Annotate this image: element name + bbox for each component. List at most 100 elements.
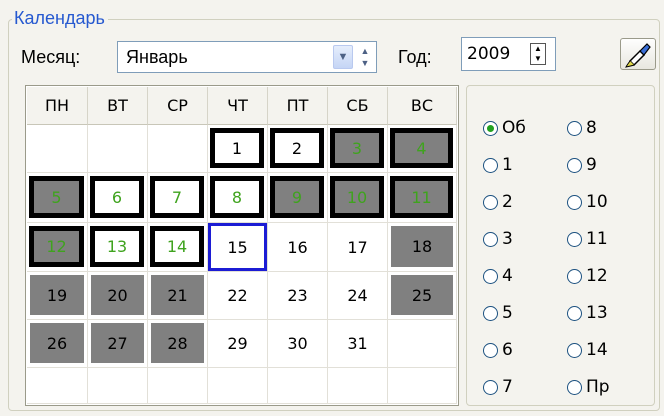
day-cell[interactable]: 20 — [88, 272, 148, 320]
day-cell[interactable] — [388, 320, 457, 368]
day-number — [88, 368, 147, 403]
day-cell[interactable]: 23 — [268, 272, 328, 320]
month-combobox[interactable]: Январь ▼ ▲ ▼ — [117, 41, 377, 73]
day-number: 4 — [390, 128, 453, 168]
weekday-header: СБ — [328, 87, 388, 125]
day-cell[interactable]: 27 — [88, 320, 148, 368]
radio-circle-icon — [483, 157, 498, 173]
year-spinner[interactable]: ▲ ▼ — [530, 43, 546, 65]
day-cell[interactable]: 31 — [328, 320, 388, 368]
radio-label: 11 — [586, 229, 608, 249]
day-cell[interactable]: 8 — [208, 173, 268, 223]
radio-option[interactable]: 3 — [483, 229, 513, 249]
radio-option[interactable]: 4 — [483, 266, 513, 286]
radio-label: 7 — [502, 377, 513, 397]
day-cell[interactable]: 26 — [27, 320, 88, 368]
day-cell[interactable]: 14 — [148, 223, 208, 272]
day-number: 24 — [347, 286, 368, 305]
radio-option[interactable]: 2 — [483, 192, 513, 212]
radio-option[interactable]: 8 — [567, 118, 597, 138]
arrow-up-icon[interactable]: ▲ — [356, 45, 374, 57]
radio-option[interactable]: 10 — [567, 192, 608, 212]
day-cell[interactable]: 19 — [27, 272, 88, 320]
radio-label: 3 — [502, 229, 513, 249]
chevron-down-icon[interactable]: ▼ — [333, 45, 353, 69]
groupbox-title: Календарь — [12, 8, 108, 28]
radio-option[interactable]: Об — [483, 118, 526, 138]
radio-option[interactable]: 5 — [483, 303, 513, 323]
day-number — [27, 125, 87, 172]
day-cell[interactable]: 6 — [88, 173, 148, 223]
day-cell[interactable]: 24 — [328, 272, 388, 320]
day-cell[interactable] — [88, 368, 148, 404]
radio-label: 12 — [586, 266, 608, 286]
radio-option[interactable]: 12 — [567, 266, 608, 286]
day-cell[interactable]: 12 — [27, 223, 88, 272]
day-cell[interactable]: 25 — [388, 272, 457, 320]
day-cell[interactable]: 22 — [208, 272, 268, 320]
radio-option[interactable]: 11 — [567, 229, 608, 249]
day-cell[interactable]: 18 — [388, 223, 457, 272]
day-cell[interactable] — [148, 368, 208, 404]
day-cell[interactable]: 7 — [148, 173, 208, 223]
day-cell[interactable]: 13 — [88, 223, 148, 272]
radio-circle-icon — [567, 379, 582, 395]
radio-option[interactable]: Пр — [567, 377, 610, 397]
day-number: 16 — [287, 237, 308, 257]
day-cell[interactable] — [148, 125, 208, 173]
day-number — [208, 368, 267, 403]
day-cell[interactable] — [27, 368, 88, 404]
day-cell[interactable]: 1 — [208, 125, 268, 173]
radio-option[interactable]: 14 — [567, 340, 608, 360]
weekday-header: СР — [148, 87, 208, 125]
day-cell[interactable] — [88, 125, 148, 173]
day-cell[interactable]: 2 — [268, 125, 328, 173]
day-number: 25 — [391, 275, 453, 315]
day-number: 3 — [330, 128, 384, 168]
arrow-down-icon[interactable]: ▼ — [531, 54, 545, 64]
radio-option[interactable]: 9 — [567, 155, 597, 175]
day-cell[interactable]: 5 — [27, 173, 88, 223]
radio-option[interactable]: 7 — [483, 377, 513, 397]
day-number: 1 — [210, 128, 264, 168]
year-input[interactable]: 2009 ▲ ▼ — [461, 37, 556, 71]
day-cell[interactable]: 28 — [148, 320, 208, 368]
day-number: 18 — [391, 226, 453, 267]
day-cell[interactable] — [208, 368, 268, 404]
day-number: 7 — [150, 176, 204, 218]
arrow-down-icon[interactable]: ▼ — [356, 57, 374, 69]
arrow-up-icon[interactable]: ▲ — [531, 44, 545, 54]
month-spinner[interactable]: ▲ ▼ — [356, 45, 374, 69]
weekday-header: ПТ — [268, 87, 328, 125]
radio-circle-icon — [567, 231, 582, 247]
day-cell[interactable]: 4 — [388, 125, 457, 173]
day-cell[interactable]: 21 — [148, 272, 208, 320]
day-number: 28 — [151, 323, 204, 363]
day-number — [268, 368, 327, 403]
day-cell[interactable]: 11 — [388, 173, 457, 223]
day-cell[interactable]: 15 — [208, 223, 268, 272]
radio-label: 9 — [586, 155, 597, 175]
year-value: 2009 — [467, 44, 511, 64]
clear-button[interactable] — [620, 38, 656, 70]
radio-label: 6 — [502, 340, 513, 360]
day-cell[interactable]: 29 — [208, 320, 268, 368]
radio-circle-icon — [483, 120, 498, 136]
day-cell[interactable]: 10 — [328, 173, 388, 223]
day-cell[interactable]: 30 — [268, 320, 328, 368]
day-cell[interactable]: 9 — [268, 173, 328, 223]
day-cell[interactable]: 17 — [328, 223, 388, 272]
radio-option[interactable]: 6 — [483, 340, 513, 360]
day-number — [27, 368, 87, 403]
day-cell[interactable] — [268, 368, 328, 404]
day-number: 31 — [347, 334, 368, 353]
radio-option[interactable]: 1 — [483, 155, 513, 175]
day-cell[interactable]: 3 — [328, 125, 388, 173]
radio-label: Пр — [586, 377, 610, 397]
radio-option[interactable]: 13 — [567, 303, 608, 323]
day-cell[interactable] — [27, 125, 88, 173]
day-cell[interactable] — [328, 368, 388, 404]
day-number: 20 — [91, 275, 144, 315]
day-cell[interactable]: 16 — [268, 223, 328, 272]
day-cell[interactable] — [388, 368, 457, 404]
